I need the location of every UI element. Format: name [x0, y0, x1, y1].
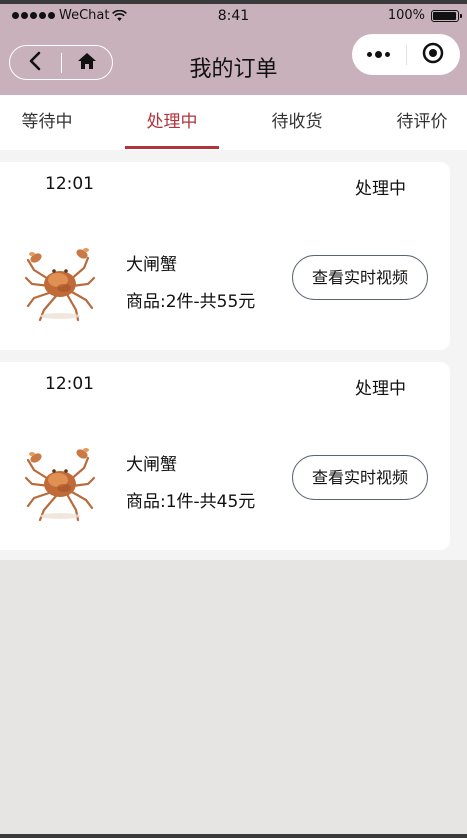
back-button[interactable]: [10, 46, 61, 79]
product-name: 大闸蟹: [126, 255, 177, 275]
more-button[interactable]: [352, 34, 406, 75]
product-summary: 商品:1件-共45元: [126, 492, 256, 512]
home-button[interactable]: [62, 46, 113, 79]
page-title: 我的订单: [189, 57, 278, 82]
mini-program-capsule: [352, 34, 460, 75]
status-bar-right: 100%: [387, 8, 462, 23]
crab-image: [22, 440, 96, 522]
nav-capsule: [9, 45, 113, 80]
order-status: 处理中: [355, 179, 406, 199]
tab-processing[interactable]: 处理中: [125, 95, 219, 150]
tab-to-receive[interactable]: 待收货: [250, 95, 344, 150]
view-live-video-button[interactable]: 查看实时视频: [292, 455, 428, 500]
order-time: 12:01: [45, 174, 94, 194]
tab-waiting[interactable]: 等待中: [0, 95, 94, 150]
more-dots-icon: [367, 51, 391, 58]
battery-icon: [431, 9, 462, 22]
order-status: 处理中: [355, 379, 406, 399]
order-card: 12:01 处理中 大闸蟹 商品:1件-共45元 查看实时视频: [0, 362, 450, 550]
order-time: 12:01: [45, 374, 94, 394]
tab-to-review[interactable]: 待评价: [375, 95, 467, 150]
order-card: 12:01 处理中 大闸蟹 商品:2件-共55元 查看实时视频: [0, 162, 450, 350]
order-tabs: 等待中 处理中 待收货 待评价: [0, 95, 467, 150]
product-name: 大闸蟹: [126, 455, 177, 475]
crab-image: [22, 240, 96, 322]
chevron-left-icon: [28, 51, 42, 75]
view-live-video-button[interactable]: 查看实时视频: [292, 255, 428, 300]
status-bar: WeChat 8:41 100%: [0, 4, 467, 28]
bottom-edge-bar: [0, 834, 467, 838]
battery-fill: [433, 11, 456, 20]
battery-percent: 100%: [387, 8, 425, 23]
home-icon: [77, 52, 97, 74]
target-circle-icon: [422, 42, 444, 68]
close-button[interactable]: [407, 34, 461, 75]
product-summary: 商品:2件-共55元: [126, 292, 256, 312]
battery-tip: [460, 13, 462, 18]
active-tab-indicator: [125, 146, 219, 149]
header: WeChat 8:41 100% 我的订单: [0, 4, 467, 95]
